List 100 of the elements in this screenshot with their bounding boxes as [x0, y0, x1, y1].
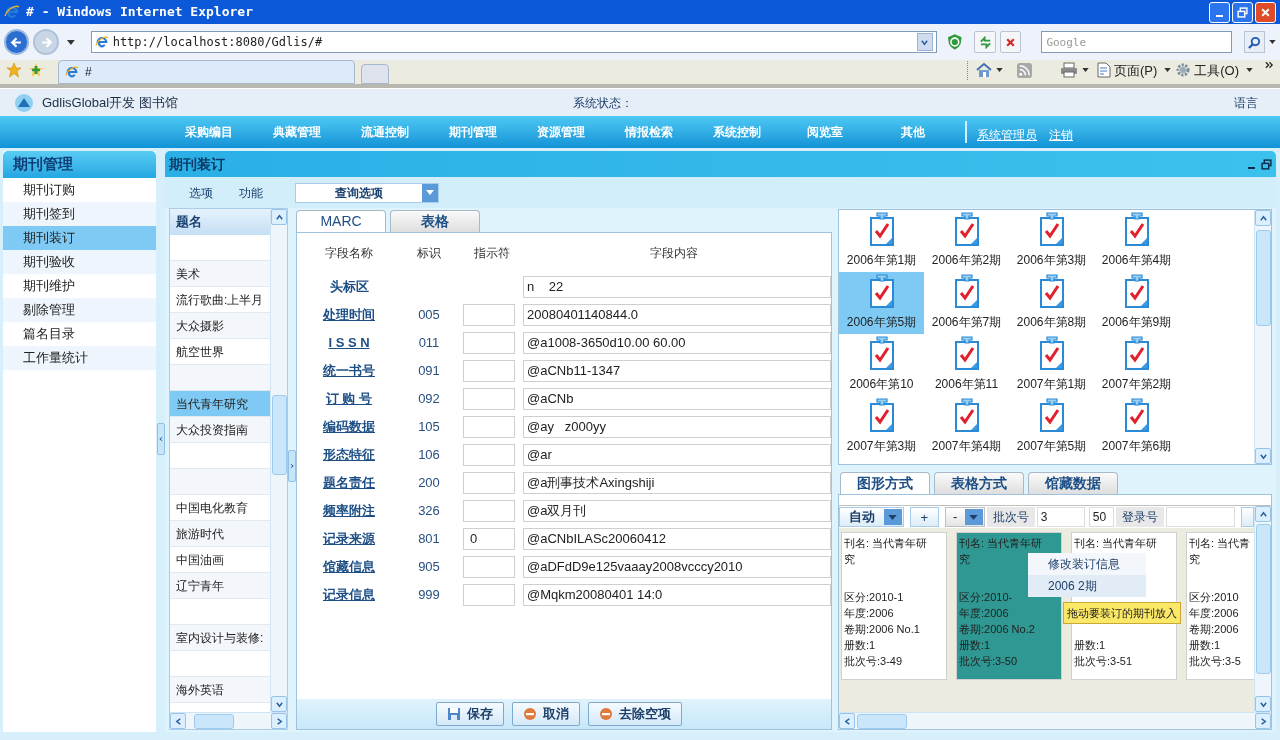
list-row[interactable]: 旅游时代 — [170, 521, 270, 547]
add-favorite-icon[interactable] — [28, 62, 44, 78]
content-field[interactable]: @ay z000yy — [523, 416, 831, 438]
indicator-field[interactable] — [463, 444, 515, 466]
content-field[interactable]: @a双月刊 — [523, 500, 831, 522]
close-button[interactable] — [1255, 1, 1276, 23]
scroll-down-button[interactable] — [1255, 696, 1271, 712]
caret-icon[interactable] — [995, 68, 1003, 73]
dropdown-button[interactable] — [916, 33, 933, 51]
vertical-scrollbar[interactable] — [1254, 210, 1271, 464]
field-name-link[interactable]: 统一书号 — [323, 361, 375, 381]
field-name-link[interactable]: I S S N — [328, 333, 370, 353]
minimize-button[interactable] — [1209, 1, 1230, 23]
indicator-field[interactable] — [463, 416, 515, 438]
indicator-field[interactable] — [463, 388, 515, 410]
list-row[interactable]: 辽宁青年 — [170, 573, 270, 599]
issue-item[interactable]: 2007年第1期 — [1009, 334, 1094, 396]
page-menu-button[interactable]: 页面(P) — [1096, 60, 1172, 80]
cancel-button[interactable]: 去除空项 — [588, 702, 682, 726]
scrollbar-thumb[interactable] — [1255, 524, 1271, 674]
field-name-link[interactable]: 频率附注 — [323, 501, 375, 521]
tab[interactable]: 表格方式 — [934, 472, 1024, 494]
sidebar-item[interactable]: 工作量统计 — [3, 346, 156, 370]
sidebar-item[interactable]: 期刊装订 — [3, 226, 156, 250]
horizontal-scrollbar[interactable] — [839, 712, 1271, 729]
tab[interactable]: MARC — [296, 210, 386, 232]
scroll-left-button[interactable] — [170, 713, 186, 729]
list-row[interactable] — [170, 469, 270, 495]
sidebar-item[interactable]: 期刊签到 — [3, 202, 156, 226]
shield-icon[interactable] — [946, 33, 963, 51]
add-button[interactable]: + — [909, 507, 939, 527]
tab[interactable]: 馆藏数据 — [1028, 472, 1118, 494]
issue-item[interactable]: 2006年第4期 — [1094, 210, 1179, 272]
scroll-right-button[interactable] — [271, 713, 287, 729]
mode-dropdown[interactable]: 自动 — [839, 507, 904, 527]
list-row[interactable]: 室内设计与装修: — [170, 625, 270, 651]
indicator-field[interactable] — [463, 304, 515, 326]
batch-number-field[interactable]: 3 — [1036, 507, 1085, 527]
scrollbar-thumb[interactable] — [194, 713, 234, 729]
menu-item[interactable]: 2006 2期 — [1028, 575, 1146, 597]
refresh-button[interactable] — [974, 31, 996, 53]
indicator-field[interactable] — [463, 332, 515, 354]
issue-item[interactable]: 2006年第11 — [924, 334, 1009, 396]
scrollbar-thumb[interactable] — [857, 713, 907, 729]
sidebar-item[interactable]: 剔除管理 — [3, 298, 156, 322]
field-name-link[interactable]: 记录来源 — [323, 529, 375, 549]
content-field[interactable]: @aCNbILASc20060412 — [523, 528, 831, 550]
issue-item[interactable]: 2006年第10 — [839, 334, 924, 396]
content-field[interactable]: n 22 — [523, 276, 831, 298]
issue-item[interactable]: 2007年第4期 — [924, 396, 1009, 458]
scroll-up-button[interactable] — [271, 209, 287, 225]
new-tab-button[interactable] — [361, 64, 389, 84]
expand-handle[interactable] — [288, 450, 296, 482]
vertical-scrollbar[interactable] — [270, 209, 287, 712]
toolbar-menu[interactable]: 功能 — [239, 183, 263, 202]
tools-menu-button[interactable]: 工具(O) — [1175, 60, 1253, 80]
field-name-link[interactable]: 订 购 号 — [325, 389, 373, 409]
field-name-link[interactable]: 题名责任 — [323, 473, 375, 493]
indicator-field[interactable] — [463, 472, 515, 494]
cancel-button[interactable]: 取消 — [512, 702, 580, 726]
scroll-up-button[interactable] — [1255, 210, 1271, 226]
content-field[interactable]: @aDFdD9e125vaaay2008vcccy2010 — [523, 556, 831, 578]
vertical-scrollbar[interactable] — [1254, 506, 1271, 712]
issue-card[interactable]: 刊名: 当代青年研 究 区分:2010-1 年度:2006 卷期:2006 No.1 册数:1 批次号:3-49 — [841, 532, 947, 680]
content-field[interactable]: 20080401140844.0 — [523, 304, 831, 326]
caret-icon[interactable] — [66, 39, 75, 45]
restore-icon[interactable] — [1261, 158, 1272, 170]
tab[interactable]: 图形方式 — [840, 472, 930, 494]
scrollbar-thumb[interactable] — [271, 395, 287, 475]
field-name-link[interactable]: 处理时间 — [323, 305, 375, 325]
scroll-left-button[interactable] — [839, 713, 855, 729]
content-field[interactable]: @ar — [523, 444, 831, 466]
scroll-right-button[interactable] — [1255, 713, 1271, 729]
field-name-link[interactable]: 形态特征 — [323, 445, 375, 465]
caret-icon[interactable] — [1269, 40, 1276, 44]
content-field[interactable]: @a刑事技术Axingshiji — [523, 472, 831, 494]
field-name-link[interactable]: 编码数据 — [323, 417, 375, 437]
registration-number-field[interactable] — [1165, 507, 1235, 527]
content-field[interactable]: @a1008-3650d10.00 60.00 — [523, 332, 831, 354]
issue-item[interactable]: 2007年第6期 — [1094, 396, 1179, 458]
indicator-field[interactable] — [463, 584, 515, 606]
issue-item[interactable]: 2007年第3期 — [839, 396, 924, 458]
search-button[interactable] — [1243, 31, 1266, 53]
address-field[interactable]: http://localhost:8080/Gdlis/# — [90, 31, 937, 53]
star-icon[interactable] — [6, 62, 22, 78]
list-row[interactable]: 当代青年研究 — [170, 391, 270, 417]
browser-tab[interactable]: # — [58, 60, 355, 84]
minimize-icon[interactable] — [1248, 167, 1255, 169]
chevron-double-right-icon[interactable] — [1265, 60, 1274, 69]
issue-item[interactable]: 2007年第5期 — [1009, 396, 1094, 458]
list-row[interactable]: 海外英语 — [170, 677, 270, 703]
field-name-link[interactable]: 记录信息 — [323, 585, 375, 605]
scroll-down-button[interactable] — [1255, 448, 1271, 464]
issue-item[interactable]: 2006年第5期 — [839, 272, 924, 334]
indicator-field[interactable] — [463, 360, 515, 382]
issue-item[interactable]: 2006年第2期 — [924, 210, 1009, 272]
query-options-dropdown[interactable]: 查询选项 — [295, 182, 439, 203]
toolbar-menu[interactable]: 选项 — [189, 183, 213, 202]
tab[interactable]: 表格 — [390, 210, 480, 232]
feed-icon[interactable] — [1016, 62, 1032, 78]
